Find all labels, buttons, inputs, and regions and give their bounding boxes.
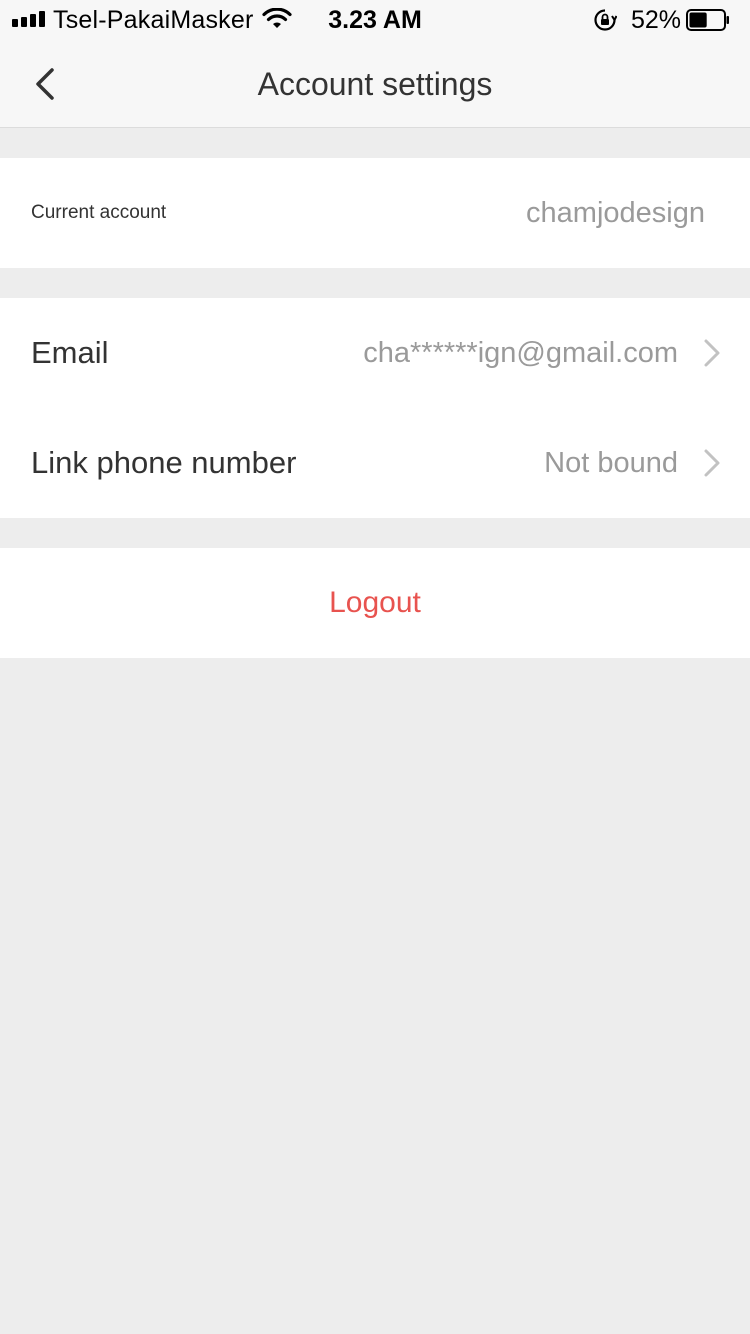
current-account-section: Current account chamjodesign — [0, 158, 750, 268]
current-account-row: Current account chamjodesign — [0, 158, 750, 268]
link-phone-label: Link phone number — [31, 445, 297, 480]
chevron-right-icon — [704, 449, 720, 477]
battery-icon — [686, 9, 729, 31]
status-bar: Tsel-PakaiMasker 3.23 AM 52% — [0, 0, 750, 40]
navigation-bar: Account settings — [0, 40, 750, 128]
orientation-lock-icon — [594, 9, 617, 31]
email-label: Email — [31, 335, 109, 370]
email-row[interactable]: Email cha******ign@gmail.com — [0, 298, 750, 408]
link-phone-row[interactable]: Link phone number Not bound — [0, 408, 750, 518]
email-value: cha******ign@gmail.com — [363, 337, 678, 369]
link-phone-value: Not bound — [544, 447, 678, 479]
chevron-right-icon — [704, 339, 720, 367]
contact-settings-section: Email cha******ign@gmail.com Link phone … — [0, 298, 750, 518]
logout-section: Logout — [0, 548, 750, 658]
current-account-value: chamjodesign — [526, 197, 705, 229]
current-account-label: Current account — [31, 202, 167, 223]
logout-button[interactable]: Logout — [0, 548, 750, 658]
page-title: Account settings — [257, 66, 493, 102]
battery-percentage: 52% — [631, 6, 682, 34]
